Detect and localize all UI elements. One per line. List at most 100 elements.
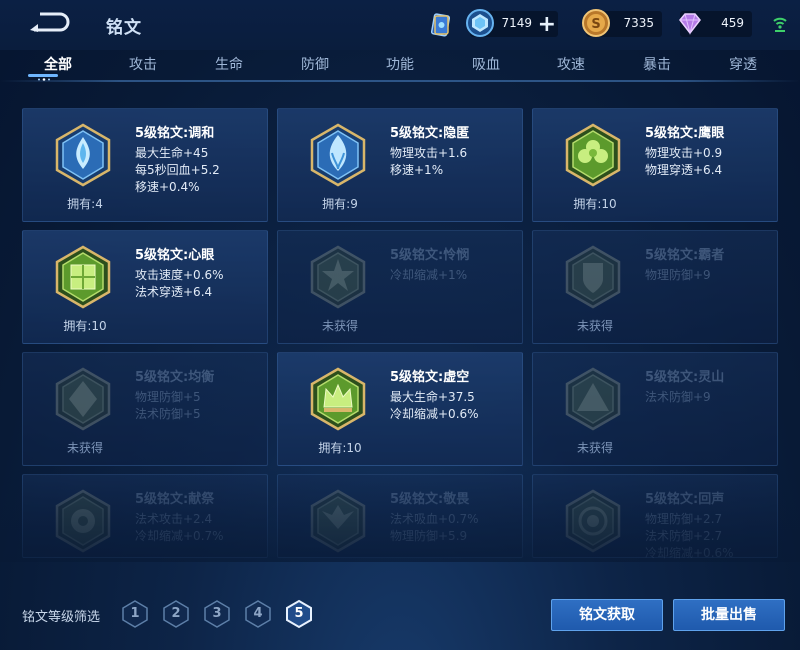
rune-stat: 最大生命+37.5 (390, 390, 475, 404)
tab-all[interactable]: 全部 (15, 50, 101, 84)
orb-rune-icon (565, 489, 621, 553)
level-number: 3 (212, 606, 222, 621)
svg-text:S: S (591, 17, 600, 32)
rune-stat: 冷却缩减+1% (390, 268, 468, 282)
tab-attack-speed[interactable]: 攻速 (528, 50, 614, 84)
gem-icon (679, 13, 701, 35)
rune-card-yinni[interactable]: 5级铭文:隐匿 物理攻击+1.6 移速+1% 拥有:9 (277, 108, 523, 222)
rune-stat: 冷却缩减+0.6% (645, 546, 734, 560)
back-arrow-icon[interactable] (26, 10, 70, 34)
rune-card-xianji[interactable]: 5级铭文:献祭 法术攻击+2.4 冷却缩减+0.7% (22, 474, 268, 558)
tab-label: 生命 (215, 57, 243, 73)
rune-name: 5级铭文:怜悯 (390, 248, 470, 263)
add-diamond-button[interactable]: + (538, 12, 556, 37)
rune-stat: 物理防御+9 (645, 268, 711, 282)
drop-rune-icon (55, 123, 111, 187)
level-number: 5 (294, 606, 304, 621)
tab-divider (0, 80, 800, 82)
rune-card-xinyan[interactable]: 5级铭文:心眼 攻击速度+0.6% 法术穿透+6.4 拥有:10 (22, 230, 268, 344)
owned-count: 拥有:10 (318, 441, 362, 455)
rune-card-jingwei[interactable]: 5级铭文:敬畏 法术吸血+0.7% 物理防御+5.9 (277, 474, 523, 558)
star-rune-icon (310, 245, 366, 309)
level-filter-5[interactable]: 5 (284, 599, 314, 629)
rune-stat: 冷却缩减+0.7% (135, 529, 224, 543)
top-bar: 铭文 7149 + S 7335 459 (0, 0, 800, 50)
rune-card-lianmin[interactable]: 5级铭文:怜悯 冷却缩减+1% 未获得 (277, 230, 523, 344)
rune-name: 5级铭文:敬畏 (390, 492, 470, 507)
tab-utility[interactable]: 功能 (357, 50, 443, 84)
wings-rune-icon (310, 489, 366, 553)
batch-sell-button[interactable]: 批量出售 (673, 599, 785, 631)
rune-stat: 法术防御+9 (645, 390, 711, 404)
rune-card-tiaohe[interactable]: 5级铭文:调和 最大生命+45 每5秒回血+5.2 移速+0.4% 拥有:4 (22, 108, 268, 222)
level-filter-2[interactable]: 2 (161, 599, 191, 629)
gold-value: 7335 (623, 16, 654, 30)
rune-name: 5级铭文:隐匿 (390, 126, 470, 141)
tab-label: 防御 (301, 57, 329, 73)
level-filter-3[interactable]: 3 (202, 599, 232, 629)
rune-card-bazhe[interactable]: 5级铭文:霸者 物理防御+9 未获得 (532, 230, 778, 344)
rune-stat: 法术防御+2.7 (645, 529, 723, 543)
tab-label: 穿透 (729, 57, 757, 73)
rune-stat: 冷却缩减+0.6% (390, 407, 479, 421)
level-filter-1[interactable]: 1 (120, 599, 150, 629)
rune-stat: 物理攻击+0.9 (645, 146, 723, 160)
rune-stat: 移速+1% (390, 163, 444, 177)
rune-name: 5级铭文:调和 (135, 126, 215, 141)
rune-card-junheng[interactable]: 5级铭文:均衡 物理防御+5 法术防御+5 未获得 (22, 352, 268, 466)
tab-label: 全部 (44, 57, 72, 73)
gold-coin-icon: S (582, 9, 610, 37)
rune-card-yingyan[interactable]: 5级铭文:鹰眼 物理攻击+0.9 物理穿透+6.4 拥有:10 (532, 108, 778, 222)
rune-name: 5级铭文:献祭 (135, 492, 215, 507)
wifi-signal-icon (773, 17, 787, 32)
rune-card-huisheng[interactable]: 5级铭文:回声 物理防御+2.7 法术防御+2.7 冷却缩减+0.6% (532, 474, 778, 560)
rune-stat: 物理穿透+6.4 (645, 163, 723, 177)
rune-name: 5级铭文:霸者 (645, 248, 725, 263)
get-rune-button[interactable]: 铭文获取 (551, 599, 663, 631)
level-number: 2 (171, 606, 181, 621)
rune-stat: 物理防御+2.7 (645, 512, 723, 526)
rune-stat: 法术吸血+0.7% (390, 512, 479, 526)
gem-value: 459 (721, 16, 744, 30)
rune-stat: 每5秒回血+5.2 (135, 163, 220, 177)
tab-health[interactable]: 生命 (186, 50, 272, 84)
clover-rune-icon (565, 123, 621, 187)
owned-count: 拥有:10 (63, 319, 107, 333)
tab-defense[interactable]: 防御 (272, 50, 358, 84)
gold-currency: S 7335 (582, 9, 662, 37)
tab-label: 攻速 (557, 57, 585, 73)
book-rune-icon (55, 245, 111, 309)
level-number: 4 (253, 606, 263, 621)
owned-count: 拥有:10 (573, 197, 617, 211)
diamond-icon (466, 9, 494, 37)
level-filter-4[interactable]: 4 (243, 599, 273, 629)
tab-penetration[interactable]: 穿透 (700, 50, 786, 84)
rune-card-lingshan[interactable]: 5级铭文:灵山 法术防御+9 未获得 (532, 352, 778, 466)
level-number: 1 (130, 606, 140, 621)
rune-stat: 物理防御+5 (135, 390, 201, 404)
rune-grid[interactable]: 5级铭文:调和 最大生命+45 每5秒回血+5.2 移速+0.4% 拥有:4 5… (0, 86, 800, 562)
rune-name: 5级铭文:心眼 (135, 248, 215, 263)
tab-attack[interactable]: 攻击 (100, 50, 186, 84)
tab-label: 吸血 (472, 57, 500, 73)
diamond-value: 7149 (501, 16, 532, 30)
rune-name: 5级铭文:均衡 (135, 370, 215, 385)
page-title: 铭文 (106, 18, 142, 38)
owned-status: 未获得 (321, 319, 358, 333)
owned-status: 未获得 (576, 441, 613, 455)
diamond-currency: 7149 + (466, 9, 558, 37)
tab-lifesteal[interactable]: 吸血 (443, 50, 529, 84)
tab-label: 暴击 (643, 57, 671, 73)
rune-stat: 攻击速度+0.6% (135, 268, 224, 282)
rune-stat: 移速+0.4% (135, 180, 200, 194)
rune-name: 5级铭文:虚空 (390, 370, 470, 385)
category-tabs: 全部 攻击 生命 防御 功能 吸血 攻速 暴击 穿透 (0, 50, 800, 90)
rune-card-xukong[interactable]: 5级铭文:虚空 最大生命+37.5 冷却缩减+0.6% 拥有:10 (277, 352, 523, 466)
active-tab-indicator (28, 74, 58, 77)
tab-crit[interactable]: 暴击 (614, 50, 700, 84)
rune-name: 5级铭文:灵山 (645, 370, 725, 385)
card-pack-icon[interactable] (428, 12, 454, 38)
flame-rune-icon (310, 123, 366, 187)
rune-stat: 物理防御+5.9 (390, 529, 468, 543)
rune-stat: 法术穿透+6.4 (135, 285, 213, 299)
